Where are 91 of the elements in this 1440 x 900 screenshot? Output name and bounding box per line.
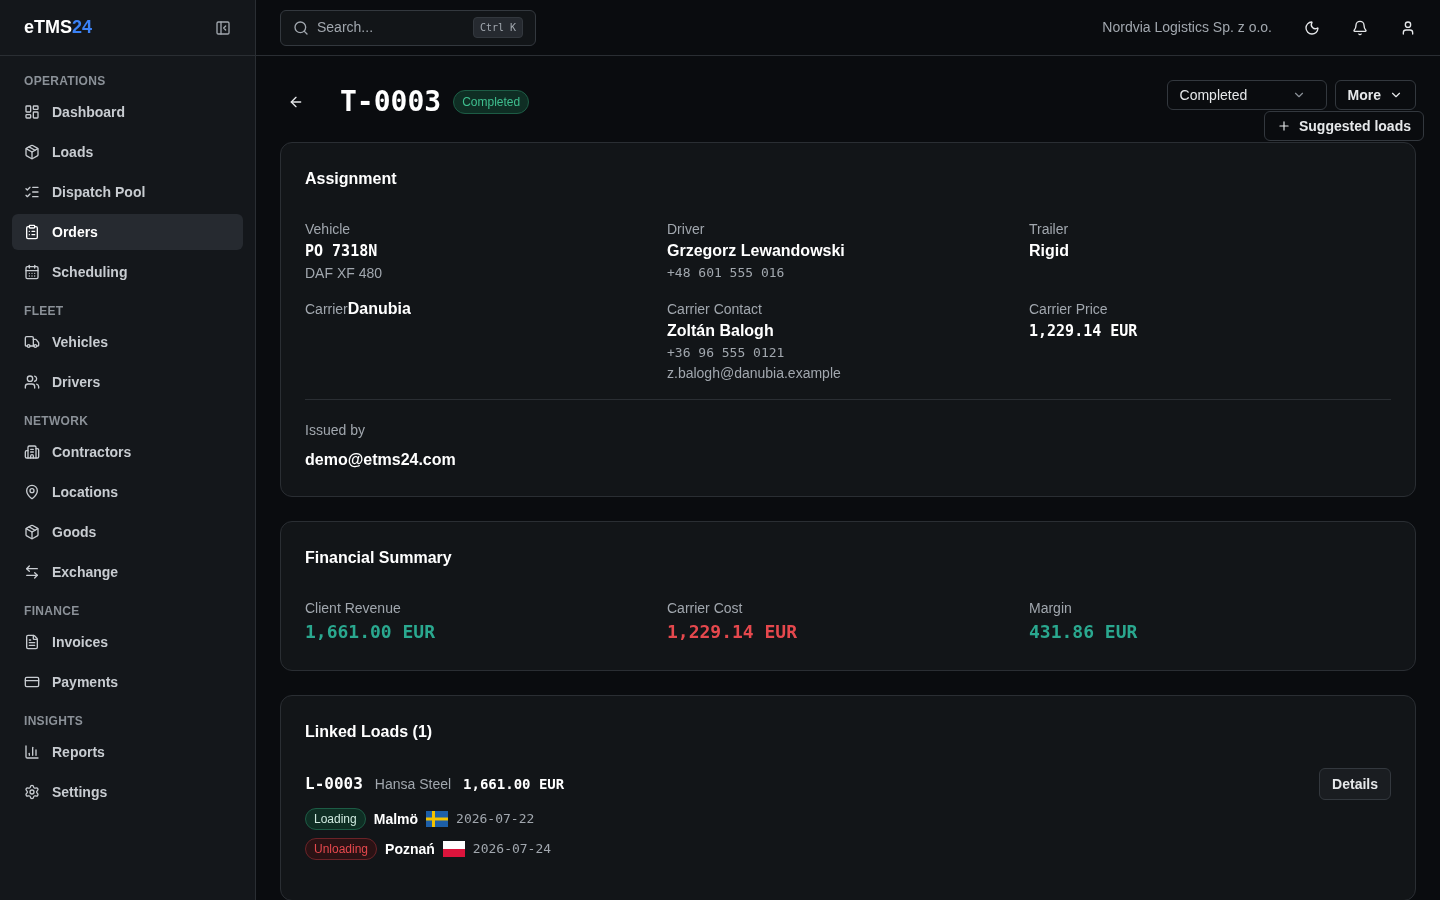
field-label: Issued by	[305, 421, 366, 440]
driver-phone: +48 601 555 016	[667, 264, 786, 282]
box-icon	[24, 144, 40, 160]
sidebar-item[interactable]: Settings	[12, 774, 243, 810]
field-label: Carrier Price	[1029, 300, 1109, 319]
dashboard-icon	[24, 104, 40, 120]
field-label: Driver	[667, 220, 706, 239]
vehicle-model: DAF XF 480	[305, 264, 384, 283]
load-amount: 1,661.00 EUR	[463, 775, 565, 794]
contact-email: z.balogh@danubia.example	[667, 364, 842, 383]
client-name: Hansa Steel	[374, 775, 452, 794]
sidebar-item[interactable]: Reports	[12, 734, 243, 770]
field-label: Carrier	[305, 300, 348, 319]
amount-value: 1,229.14 EUR	[667, 620, 799, 644]
sidebar-item[interactable]: Dashboard	[12, 94, 243, 130]
section-heading: NETWORK	[23, 413, 90, 430]
sidebar-item[interactable]: Locations	[12, 474, 243, 510]
plus-icon	[1276, 119, 1291, 133]
details-button[interactable]: Details	[1319, 768, 1391, 800]
search-placeholder: Search...	[317, 18, 375, 37]
field-label: Vehicle	[305, 220, 352, 239]
box-icon	[24, 524, 40, 540]
sidebar-toggle-icon[interactable]	[215, 19, 231, 36]
notifications-icon[interactable]	[1352, 19, 1368, 36]
carrier-name: Danubia	[347, 299, 411, 319]
theme-toggle-icon[interactable]	[1304, 19, 1320, 36]
load-number: L-0003	[305, 773, 363, 795]
logo: eTMS24	[24, 16, 93, 39]
field-label: Client Revenue	[305, 599, 402, 618]
search-icon	[293, 19, 309, 36]
status-badge: Completed	[453, 90, 530, 114]
section-heading: OPERATIONS	[23, 73, 107, 90]
company-name: Nordvia Logistics Sp. z o.o.	[1102, 18, 1272, 37]
amount-value: 1,661.00 EUR	[305, 620, 437, 644]
suggested-loads-button[interactable]: Suggested loads	[1263, 111, 1424, 141]
arrows-icon	[24, 564, 40, 580]
contact-phone: +36 96 555 0121	[667, 344, 786, 362]
status-select[interactable]: Completed	[1166, 80, 1327, 110]
field-label: Carrier Contact	[667, 300, 763, 319]
credit-card-icon	[24, 674, 40, 690]
contact-name: Zoltán Balogh	[667, 321, 775, 341]
order-number: T-0003	[340, 84, 442, 120]
issuer-email: demo@etms24.com	[305, 450, 457, 470]
document-icon	[24, 634, 40, 650]
user-icon[interactable]	[1400, 19, 1416, 36]
sidebar-item[interactable]: Invoices	[12, 624, 243, 660]
sidebar-item[interactable]: Payments	[12, 664, 243, 700]
checklist-icon	[24, 184, 40, 200]
trailer-type: Rigid	[1029, 241, 1070, 261]
vehicle-plate: PO 7318N	[305, 241, 379, 262]
sidebar-item[interactable]: Scheduling	[12, 254, 243, 290]
section-heading: INSIGHTS	[23, 713, 85, 730]
carrier-price: 1,229.14 EUR	[1029, 321, 1139, 342]
stop-date: 2026-07-24	[472, 840, 552, 859]
stop-badge: Unloading	[305, 838, 378, 860]
card-title: Linked Loads (1)	[305, 722, 434, 742]
calendar-icon	[24, 264, 40, 280]
sidebar-item[interactable]: Vehicles	[12, 324, 243, 360]
city-name: Poznań	[385, 839, 435, 859]
sidebar-item[interactable]: Loads	[12, 134, 243, 170]
truck-icon	[24, 334, 40, 350]
sidebar-item[interactable]: Dispatch Pool	[12, 174, 243, 210]
search-field[interactable]: Search... Ctrl K	[280, 9, 536, 46]
map-pin-icon	[24, 484, 40, 500]
city-name: Malmö	[373, 809, 419, 829]
field-label: Trailer	[1029, 220, 1070, 239]
field-label: Margin	[1029, 599, 1073, 618]
field-label: Carrier Cost	[667, 599, 744, 618]
users-icon	[24, 374, 40, 390]
card-title: Assignment	[305, 169, 398, 189]
back-icon[interactable]	[288, 94, 304, 110]
sidebar-item[interactable]: Exchange	[12, 554, 243, 590]
stop-badge: Loading	[305, 808, 366, 830]
bar-chart-icon	[24, 744, 40, 760]
driver-name: Grzegorz Lewandowski	[667, 241, 846, 261]
settings-icon	[24, 784, 40, 800]
section-heading: FINANCE	[23, 603, 81, 620]
shortcut-key: Ctrl K	[472, 17, 523, 38]
flag-icon	[426, 811, 449, 827]
sidebar-item[interactable]: Goods	[12, 514, 243, 550]
flag-icon	[442, 841, 465, 857]
sidebar-item[interactable]: Contractors	[12, 434, 243, 470]
more-button[interactable]: More	[1334, 80, 1416, 110]
sidebar-item[interactable]: Orders	[12, 214, 243, 250]
clipboard-icon	[24, 224, 40, 240]
amount-value: 431.86 EUR	[1029, 620, 1139, 644]
building-icon	[24, 444, 40, 460]
card-title: Financial Summary	[305, 548, 453, 568]
section-heading: FLEET	[23, 303, 65, 320]
sidebar-item[interactable]: Drivers	[12, 364, 243, 400]
stop-date: 2026-07-22	[456, 810, 535, 829]
